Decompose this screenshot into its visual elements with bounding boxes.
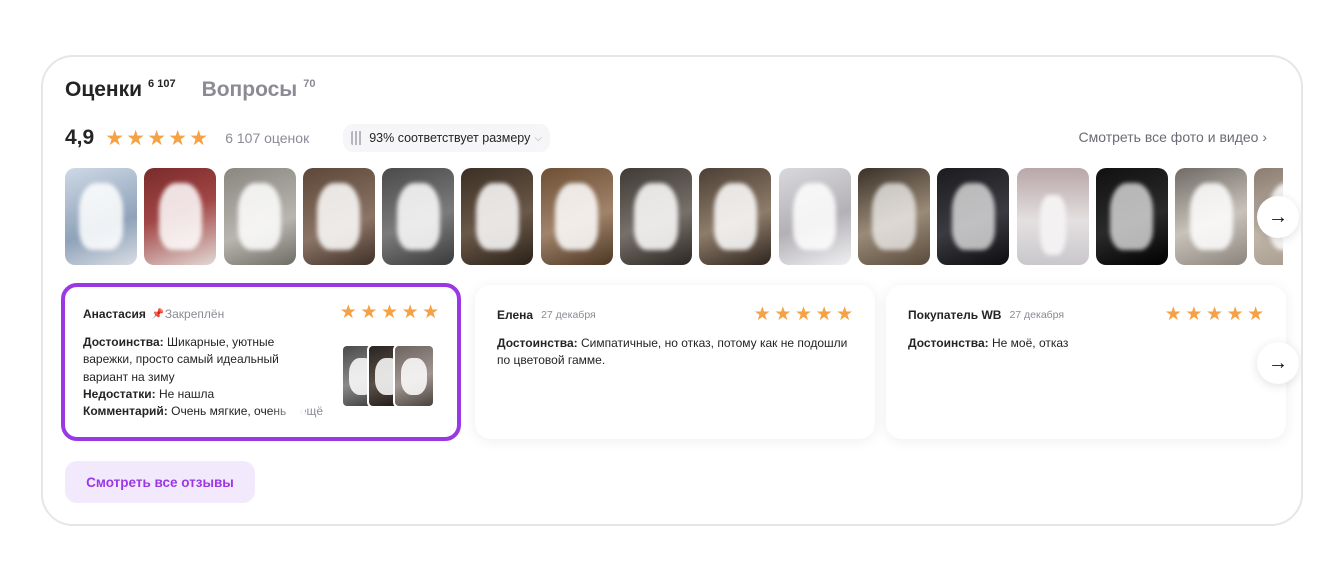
review-comment: Комментарий: Очень мягкие, очень ещё	[83, 403, 323, 421]
comment-label: Комментарий:	[83, 404, 168, 419]
review-photo-thumbnail[interactable]	[699, 168, 772, 265]
tab-questions[interactable]: Вопросы 70	[202, 77, 316, 103]
review-author: Анастасия	[83, 307, 146, 321]
review-photo-thumbnail[interactable]	[144, 168, 217, 265]
review-body: Достоинства: Шикарные, уютные варежки, п…	[83, 334, 323, 421]
review-carousel: Анастасия 📌 Закреплён ★ ★ ★ ★ ★ Достоинс…	[61, 283, 1301, 443]
star-icon: ★	[126, 126, 146, 150]
review-photo-thumbnail[interactable]	[382, 168, 455, 265]
review-body: Достоинства: Симпатичные, но отказ, пото…	[497, 335, 853, 370]
review-pros: Достоинства: Шикарные, уютные варежки, п…	[83, 334, 323, 386]
review-photo-thumbnail[interactable]	[778, 168, 851, 265]
pinned-text: Закреплён	[164, 307, 225, 321]
rating-stars: ★ ★ ★ ★ ★	[104, 128, 209, 149]
star-icon: ★	[422, 302, 440, 323]
review-pros: Достоинства: Симпатичные, но отказ, пото…	[497, 335, 853, 370]
star-icon: ★	[1205, 304, 1224, 325]
reviews-widget: Оценки 6 107 Вопросы 70 4,9 ★ ★ ★ ★ ★ 6 …	[41, 55, 1303, 526]
review-photo-thumbnail[interactable]	[540, 168, 613, 265]
review-photo-thumbnail[interactable]	[1095, 168, 1168, 265]
review-photo-thumbnail[interactable]	[461, 168, 534, 265]
see-all-media-link[interactable]: Смотреть все фото и видео ›	[1079, 129, 1267, 145]
star-icon: ★	[189, 126, 209, 150]
review-photos[interactable]	[341, 344, 447, 408]
review-stars: ★ ★ ★ ★ ★	[338, 303, 441, 324]
read-more-link[interactable]: ещё	[300, 403, 323, 420]
star-icon: ★	[401, 302, 419, 323]
star-icon: ★	[360, 302, 378, 323]
review-card[interactable]: Анастасия 📌 Закреплён ★ ★ ★ ★ ★ Достоинс…	[61, 283, 461, 441]
review-photo-thumbnail[interactable]	[223, 168, 296, 265]
rating-value: 4,9	[65, 126, 95, 149]
star-icon: ★	[1226, 304, 1244, 325]
review-pros: Достоинства: Не моё, отказ	[908, 335, 1264, 352]
star-icon: ★	[1247, 304, 1265, 325]
pinned-label: 📌 Закреплён	[152, 307, 224, 321]
arrow-right-icon: →	[1268, 351, 1288, 374]
pros-text: Не моё, отказ	[992, 336, 1069, 350]
review-author: Покупатель WB	[908, 308, 1002, 322]
review-photo-thumbnail[interactable]	[857, 168, 930, 265]
star-icon: ★	[105, 126, 125, 150]
star-icon: ★	[753, 304, 771, 325]
chevron-right-icon: ›	[1262, 129, 1267, 145]
cons-label: Недостатки:	[83, 386, 156, 401]
tab-count: 70	[303, 78, 316, 90]
review-author: Елена	[497, 308, 534, 322]
photo-thumbnail-strip	[65, 168, 1283, 265]
review-body: Достоинства: Не моё, отказ	[908, 335, 1264, 352]
star-icon: ★	[1185, 304, 1203, 325]
review-card[interactable]: Покупатель WB 27 декабря ★ ★ ★ ★ ★ Досто…	[886, 285, 1286, 439]
tab-count: 6 107	[148, 78, 176, 90]
review-photo-thumbnail[interactable]	[620, 168, 693, 265]
star-icon: ★	[1164, 304, 1182, 325]
star-icon: ★	[836, 304, 854, 325]
review-photo[interactable]	[393, 344, 435, 408]
see-all-media-label: Смотреть все фото и видео	[1078, 129, 1259, 145]
star-icon: ★	[774, 304, 792, 325]
arrow-right-icon: →	[1268, 205, 1288, 228]
star-icon: ★	[815, 304, 833, 325]
comment-text: Очень мягкие, очень	[171, 404, 287, 419]
rating-summary: 4,9 ★ ★ ★ ★ ★ 6 107 оценок 93% соответст…	[65, 123, 1279, 153]
chevron-down-icon: ⌵	[534, 132, 542, 144]
tab-label: Вопросы	[201, 78, 298, 101]
pros-label: Достоинства:	[908, 336, 989, 350]
pros-label: Достоинства:	[83, 335, 164, 349]
review-photo-thumbnail[interactable]	[65, 168, 137, 265]
rating-count: 6 107 оценок	[225, 130, 310, 146]
review-date: 27 декабря	[1009, 309, 1065, 321]
review-stars: ★ ★ ★ ★ ★	[752, 305, 855, 326]
review-date: 27 декабря	[541, 309, 596, 321]
star-icon: ★	[168, 126, 188, 150]
review-photo-thumbnail[interactable]	[302, 168, 375, 265]
reviews-next-button[interactable]: →	[1257, 342, 1299, 384]
size-fit-text: 93% соответствует размеру	[369, 131, 531, 145]
ruler-icon	[351, 131, 364, 145]
pin-icon: 📌	[151, 308, 165, 320]
star-icon: ★	[794, 304, 813, 325]
all-reviews-button[interactable]: Смотреть все отзывы	[65, 461, 255, 503]
review-photo-thumbnail[interactable]	[1016, 168, 1089, 265]
cons-text: Не нашла	[158, 386, 215, 401]
size-fit-badge[interactable]: 93% соответствует размеру ⌵	[343, 124, 550, 152]
thumbs-next-button[interactable]: →	[1257, 196, 1299, 238]
star-icon: ★	[147, 126, 167, 150]
review-stars: ★ ★ ★ ★ ★	[1163, 305, 1266, 326]
tab-ratings[interactable]: Оценки 6 107	[65, 77, 176, 103]
tabs: Оценки 6 107 Вопросы 70	[65, 77, 341, 103]
review-photo-thumbnail[interactable]	[937, 168, 1010, 265]
review-photo-thumbnail[interactable]	[1175, 168, 1248, 265]
star-icon: ★	[339, 302, 357, 323]
tab-label: Оценки	[65, 78, 143, 101]
review-cons: Недостатки: Не нашла	[83, 386, 323, 403]
pros-label: Достоинства:	[497, 336, 578, 350]
star-icon: ★	[380, 302, 399, 323]
review-card[interactable]: Елена 27 декабря ★ ★ ★ ★ ★ Достоинства: …	[475, 285, 875, 439]
